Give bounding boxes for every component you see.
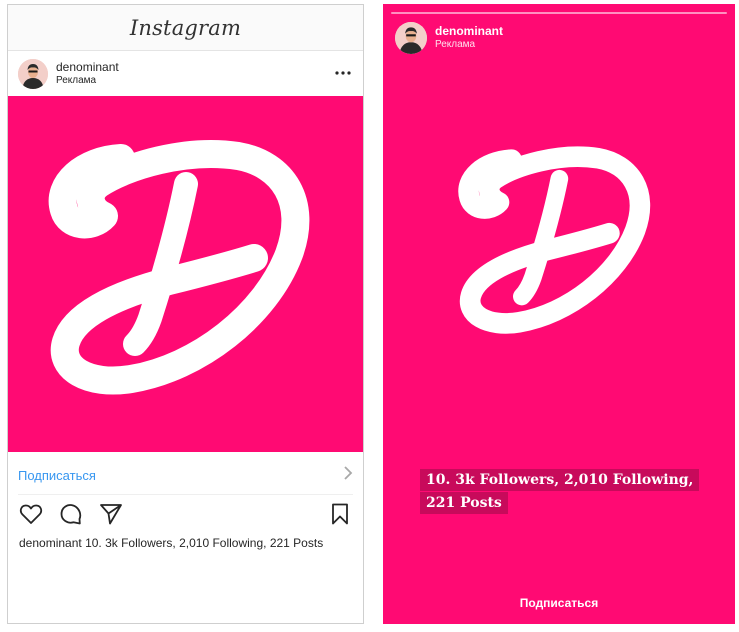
post-actions xyxy=(18,502,353,526)
story-subscribe-button[interactable]: Подписаться xyxy=(383,596,735,610)
account-name[interactable]: denominant xyxy=(56,60,119,74)
story-account-name[interactable]: denominant xyxy=(435,25,503,38)
feed-post-mockup: Instagram denominant Реклама Подписаться… xyxy=(7,4,364,624)
sticker-line: 221 Posts xyxy=(420,492,508,514)
subscribe-link[interactable]: Подписаться xyxy=(18,468,96,483)
post-image[interactable] xyxy=(8,96,363,452)
story-header: denominant Реклама xyxy=(395,22,503,54)
caption-username[interactable]: denominant xyxy=(19,536,82,550)
sponsored-label: Реклама xyxy=(56,74,97,86)
post-caption: denominant 10. 3k Followers, 2,010 Follo… xyxy=(19,535,341,551)
avatar[interactable] xyxy=(395,22,427,54)
avatar[interactable] xyxy=(18,58,48,89)
heart-icon[interactable] xyxy=(18,502,44,526)
subscribe-cta-row[interactable]: Подписаться xyxy=(18,457,353,495)
share-icon[interactable] xyxy=(98,502,124,526)
app-header: Instagram xyxy=(8,5,363,51)
sticker-line: 10. 3k Followers, 2,010 Following, xyxy=(420,469,700,491)
instagram-logo: Instagram xyxy=(129,15,242,40)
story-sponsored-label: Реклама xyxy=(435,39,476,50)
post-header: denominant Реклама xyxy=(8,51,363,96)
chevron-right-icon xyxy=(343,466,353,485)
more-dots-icon[interactable] xyxy=(333,63,353,83)
denominant-logo-icon xyxy=(428,114,690,381)
denominant-logo-icon xyxy=(48,140,310,395)
account-info: denominant Реклама xyxy=(56,60,119,87)
caption-text: 10. 3k Followers, 2,010 Following, 221 P… xyxy=(85,536,324,550)
bookmark-icon[interactable] xyxy=(327,502,353,526)
story-mockup: denominant Реклама 10. 3k Followers, 2,0… xyxy=(383,4,735,624)
stats-text-sticker: 10. 3k Followers, 2,010 Following, 221 P… xyxy=(420,469,700,515)
comment-icon[interactable] xyxy=(58,502,84,526)
story-account-info: denominant Реклама xyxy=(435,25,503,51)
story-progress-bar xyxy=(391,12,727,14)
